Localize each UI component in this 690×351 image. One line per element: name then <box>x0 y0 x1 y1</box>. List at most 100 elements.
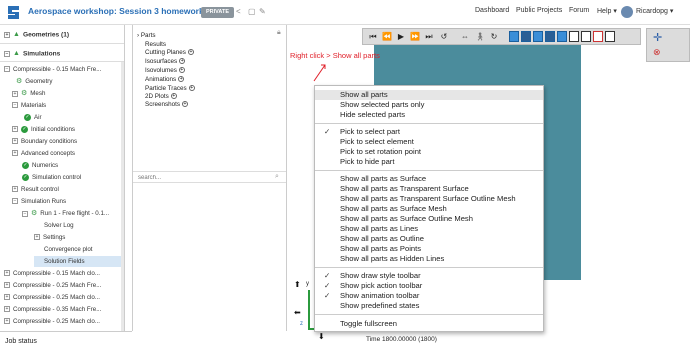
tree-animations[interactable]: Animations + <box>145 76 185 84</box>
menu-show-pick-action-toolbar[interactable]: ✓ Show pick action toolbar <box>315 281 543 291</box>
first-frame-icon[interactable]: ⏮ <box>367 31 379 43</box>
swap-icon[interactable]: ⇔ <box>459 31 471 43</box>
menu-surface-outline-mesh[interactable]: Show all parts as Surface Outline Mesh <box>315 214 543 224</box>
tree-item-settings[interactable]: + Settings <box>34 232 65 243</box>
tree-item-result-control[interactable]: + Result control <box>12 184 59 195</box>
geometry-icon: ⚙ <box>16 78 23 85</box>
nav-user[interactable]: Ricardopg ▾ <box>636 7 673 15</box>
tree-item-simulation-runs[interactable]: − Simulation Runs <box>12 196 66 207</box>
job-status[interactable]: Job status <box>0 331 132 351</box>
add-icon: + <box>187 49 194 56</box>
tree-item-sim-4[interactable]: + Compressible - 0.25 Mach clo... <box>4 292 100 303</box>
last-frame-icon[interactable]: ⏭ <box>423 31 435 43</box>
tree-results[interactable]: Results <box>145 41 166 49</box>
menu-surface-mesh[interactable]: Show all parts as Surface Mesh <box>315 204 543 214</box>
play-icon[interactable]: ▶ <box>395 31 407 43</box>
tree-item-sim-2[interactable]: + Compressible - 0.15 Mach clo... <box>4 268 100 279</box>
tree-geometries[interactable]: + ▲ Geometries (1) <box>4 29 69 40</box>
surface-outline-icon[interactable] <box>557 31 567 42</box>
tree-item-sim-5[interactable]: + Compressible - 0.35 Mach Fre... <box>4 304 101 315</box>
share-icon[interactable]: < <box>236 7 241 17</box>
collapse-icon[interactable]: − <box>4 50 10 57</box>
axis-toolbar: ✛ ⊗ <box>646 28 690 62</box>
surface-mesh-icon[interactable] <box>545 31 555 42</box>
menu-points[interactable]: Show all parts as Points <box>315 244 543 254</box>
menu-show-predefined-states[interactable]: Show predefined states <box>315 301 543 311</box>
tree-isovolumes[interactable]: Isovolumes + <box>145 67 185 75</box>
pick-icon[interactable]: ⊗ <box>653 47 661 58</box>
search-input[interactable] <box>138 173 268 182</box>
menu-outline[interactable]: Show all parts as Outline <box>315 234 543 244</box>
menu-show-all-parts[interactable]: Show all parts <box>315 90 543 100</box>
tree-item-air[interactable]: ✓ Air <box>24 112 42 123</box>
menu-pick-select-element[interactable]: Pick to select element <box>315 137 543 147</box>
menu-lines[interactable]: Show all parts as Lines <box>315 224 543 234</box>
transparent-surface-icon[interactable] <box>521 31 531 42</box>
copy-icon[interactable]: ▢ <box>248 7 256 17</box>
tree-cutting-planes[interactable]: Cutting Planes + <box>145 49 194 57</box>
axes-icon[interactable]: ✛ <box>653 31 662 44</box>
move-down-icon[interactable]: ⬇ <box>318 332 325 341</box>
menu-transparent-surface[interactable]: Show all parts as Transparent Surface <box>315 184 543 194</box>
step-forward-icon[interactable]: ⏩ <box>409 31 421 43</box>
simscale-logo-icon[interactable] <box>5 4 22 21</box>
tree-item-run-1[interactable]: − ⚙ Run 1 - Free flight - 0.1... <box>22 208 109 219</box>
lock-icon[interactable]: 🔒︎ <box>277 29 281 37</box>
walk-icon[interactable]: 🚶︎ <box>475 31 485 43</box>
outline-icon[interactable] <box>581 31 591 42</box>
menu-show-draw-style-toolbar[interactable]: ✓ Show draw style toolbar <box>315 271 543 281</box>
transparent-outline-icon[interactable] <box>533 31 543 42</box>
search-icon[interactable]: ⌕ <box>275 173 279 181</box>
tree-parts[interactable]: › Parts <box>137 32 156 40</box>
move-left-icon[interactable]: ⬅ <box>294 308 301 317</box>
add-icon: + <box>178 67 185 74</box>
surface-icon[interactable] <box>509 31 519 42</box>
menu-hidden-lines[interactable]: Show all parts as Hidden Lines <box>315 254 543 264</box>
tree-item-solver-log[interactable]: Solver Log <box>44 220 74 231</box>
tree-simulations[interactable]: − ▲ Simulations <box>4 48 60 59</box>
nav-help[interactable]: Help ▾ <box>597 7 617 15</box>
rewind-icon[interactable]: ↺ <box>439 31 449 43</box>
move-up-icon[interactable]: ⬆ <box>294 280 301 289</box>
menu-pick-hide-part[interactable]: Pick to hide part <box>315 157 543 167</box>
tree-item-sim-3[interactable]: + Compressible - 0.25 Mach Fre... <box>4 280 101 291</box>
tree-item-sim-1[interactable]: − Compressible - 0.15 Mach Fre... <box>4 64 101 75</box>
tree-item-sim-6[interactable]: + Compressible - 0.25 Mach clo... <box>4 316 100 327</box>
menu-pick-select-part[interactable]: ✓ Pick to select part <box>315 127 543 137</box>
step-back-icon[interactable]: ⏪ <box>381 31 393 43</box>
tree-item-initial-conditions[interactable]: + ✓ Initial conditions <box>12 124 75 135</box>
menu-transparent-surface-outline-mesh[interactable]: Show all parts as Transparent Surface Ou… <box>315 194 543 204</box>
menu-hide-selected-parts[interactable]: Hide selected parts <box>315 110 543 120</box>
nav-dashboard[interactable]: Dashboard <box>475 7 509 14</box>
menu-show-animation-toolbar[interactable]: ✓ Show animation toolbar <box>315 291 543 301</box>
tree-item-simulation-control[interactable]: ✓ Simulation control <box>22 172 81 183</box>
menu-toggle-fullscreen[interactable]: Toggle fullscreen <box>315 319 543 329</box>
expand-icon[interactable]: + <box>4 31 10 38</box>
tree-item-numerics[interactable]: ✓ Numerics <box>22 160 58 171</box>
tree-screenshots[interactable]: Screenshots + <box>145 101 189 109</box>
tree-isosurfaces[interactable]: Isosurfaces + <box>145 58 186 66</box>
tree-item-materials[interactable]: − Materials <box>12 100 46 111</box>
points-icon[interactable] <box>593 31 603 42</box>
edit-icon[interactable]: ✎ <box>259 7 266 17</box>
tree-item-solution-fields[interactable]: Solution Fields <box>34 256 121 267</box>
hidden-lines-icon[interactable] <box>605 31 615 42</box>
annotation-arrow-icon <box>313 64 326 82</box>
lines-icon[interactable] <box>569 31 579 42</box>
tree-item-advanced-concepts[interactable]: + Advanced concepts <box>12 148 75 159</box>
tree-item-mesh[interactable]: + ⚙ Mesh <box>12 88 45 99</box>
avatar[interactable] <box>621 6 633 18</box>
nav-public-projects[interactable]: Public Projects <box>516 7 562 14</box>
tree-2d-plots[interactable]: 2D Plots + <box>145 93 177 101</box>
menu-pick-rotation-point[interactable]: Pick to set rotation point <box>315 147 543 157</box>
tree-particle-traces[interactable]: Particle Traces + <box>145 85 195 93</box>
tree-item-convergence-plot[interactable]: Convergence plot <box>44 244 93 255</box>
rotate-icon[interactable]: ↻ <box>489 31 499 43</box>
check-icon: ✓ <box>324 127 331 136</box>
tree-scrollbar[interactable] <box>121 62 124 331</box>
menu-surface[interactable]: Show all parts as Surface <box>315 174 543 184</box>
tree-item-geometry[interactable]: ⚙ Geometry <box>16 76 52 87</box>
menu-show-selected-parts-only[interactable]: Show selected parts only <box>315 100 543 110</box>
nav-forum[interactable]: Forum <box>569 7 589 14</box>
tree-item-boundary-conditions[interactable]: + Boundary conditions <box>12 136 77 147</box>
